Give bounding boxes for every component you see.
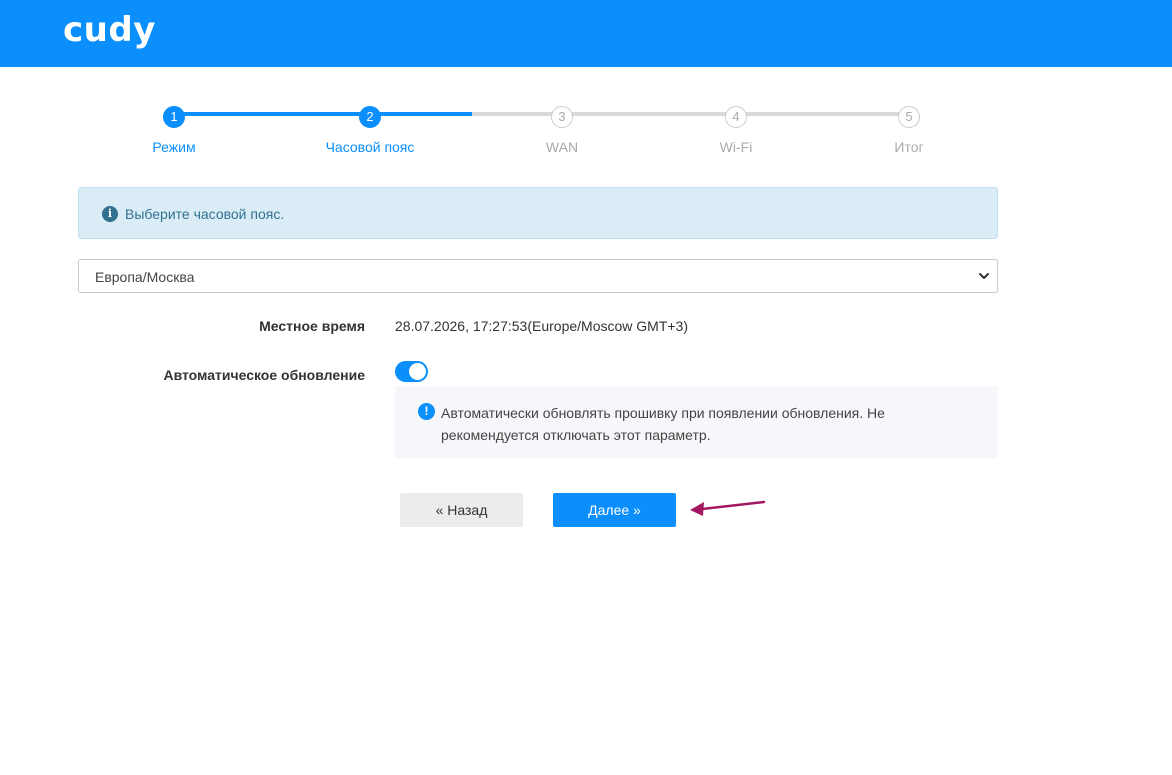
step-1-marker: 1 [163,106,185,128]
step-5-label: Итог [894,139,924,155]
auto-update-label: Автоматическое обновление [163,367,365,383]
step-3-marker: 3 [551,106,573,128]
auto-update-note-text: Автоматически обновлять прошивку при поя… [441,405,885,443]
step-progress-line-todo [472,112,909,116]
step-2-marker: 2 [359,106,381,128]
exclamation-icon: ! [418,403,435,420]
annotation-arrow-icon [690,500,766,516]
info-alert: i Выберите часовой пояс. [78,187,998,239]
step-5-marker: 5 [898,106,920,128]
local-time-label: Местное время [259,318,365,334]
timezone-select[interactable]: Европа/Москва [78,259,998,293]
step-3-label: WAN [545,139,579,155]
toggle-knob [409,363,426,380]
step-1-label: Режим [152,139,196,155]
auto-update-toggle[interactable] [395,361,428,382]
back-button[interactable]: « Назад [400,493,523,527]
local-time-value: 28.07.2026, 17:27:53(Europe/Moscow GMT+3… [395,318,689,334]
step-progress-line-done [174,112,472,116]
chevron-down-icon [979,273,989,279]
info-icon: i [102,206,118,222]
info-alert-text: Выберите часовой пояс. [125,206,285,222]
timezone-selected-value: Европа/Москва [95,269,195,285]
auto-update-note: ! Автоматически обновлять прошивку при п… [395,386,998,458]
next-button[interactable]: Далее » [553,493,676,527]
cudy-logo[interactable]: cudy [63,10,156,50]
step-4-marker: 4 [725,106,747,128]
step-2-label: Часовой пояс [325,139,415,155]
step-4-label: Wi-Fi [719,139,753,155]
top-header: cudy [0,0,1172,67]
